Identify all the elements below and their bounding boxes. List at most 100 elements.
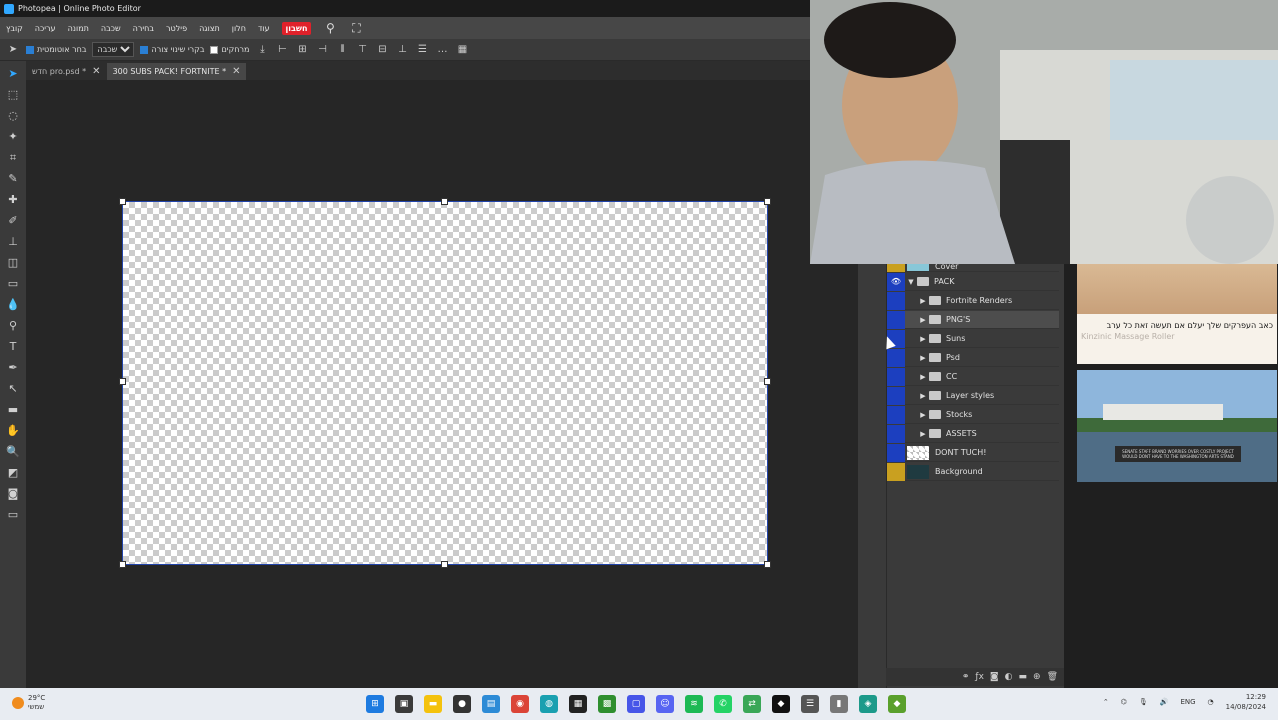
healing-tool-icon[interactable]: ✚ xyxy=(4,191,22,208)
menu-layer[interactable]: שכבה xyxy=(101,24,121,33)
zoom-tool-icon[interactable]: 🔍 xyxy=(4,443,22,460)
network-icon[interactable]: ⌬ xyxy=(1121,698,1127,706)
download-icon[interactable]: ⤓ xyxy=(255,43,269,57)
layer-row[interactable]: ▶ Layer styles xyxy=(887,386,1059,405)
app-icon[interactable]: ⇄ xyxy=(743,695,761,713)
menu-more[interactable]: עוד xyxy=(258,24,270,33)
eye-icon[interactable]: 👁 xyxy=(887,272,905,291)
align-left-icon[interactable]: ⊢ xyxy=(275,43,289,57)
lasso-tool-icon[interactable]: ◌ xyxy=(4,107,22,124)
eyedropper-tool-icon[interactable]: ✎ xyxy=(4,170,22,187)
weather-widget[interactable]: 29°C שמשי xyxy=(12,694,45,712)
auto-select-box[interactable] xyxy=(26,45,34,54)
visibility-toggle[interactable] xyxy=(887,386,905,405)
align-right-icon[interactable]: ⊣ xyxy=(315,43,329,57)
align-middle-v-icon[interactable]: ⊟ xyxy=(375,43,389,57)
transform-handle[interactable] xyxy=(764,198,771,205)
marquee-tool-icon[interactable]: ⬚ xyxy=(4,86,22,103)
close-icon[interactable]: ✕ xyxy=(232,66,240,77)
layer-row[interactable]: ▶ CC xyxy=(887,367,1059,386)
type-tool-icon[interactable]: T xyxy=(4,338,22,355)
magic-wand-tool-icon[interactable]: ✦ xyxy=(4,128,22,145)
app-icon[interactable]: ▮ xyxy=(830,695,848,713)
visibility-toggle[interactable] xyxy=(887,405,905,424)
layer-row[interactable]: 👁 ▼ PACK xyxy=(887,272,1059,291)
eraser-tool-icon[interactable]: ◫ xyxy=(4,254,22,271)
menu-view[interactable]: תצוגה xyxy=(199,24,220,33)
distances-checkbox[interactable]: מרחקים xyxy=(210,45,249,54)
chevron-up-icon[interactable]: ⌃ xyxy=(1103,698,1109,706)
visibility-toggle[interactable] xyxy=(887,348,905,367)
screen-mode-icon[interactable]: ▭ xyxy=(4,506,22,523)
align-center-h-icon[interactable]: ⊞ xyxy=(295,43,309,57)
spotify-icon[interactable]: ≋ xyxy=(685,695,703,713)
grid-icon[interactable]: ▦ xyxy=(455,43,469,57)
layer-row[interactable]: DONT TUCH! xyxy=(887,443,1059,462)
path-select-tool-icon[interactable]: ↖ xyxy=(4,380,22,397)
layer-mask-icon[interactable]: ◙ xyxy=(990,672,999,682)
transform-controls-checkbox[interactable]: בקרי שינוי צורה xyxy=(140,45,204,54)
transform-handle[interactable] xyxy=(441,561,448,568)
adjustment-layer-icon[interactable]: ◐ xyxy=(1005,672,1013,682)
edge-icon[interactable]: ◍ xyxy=(540,695,558,713)
quick-mask-icon[interactable]: ◙ xyxy=(4,485,22,502)
expand-arrow-icon[interactable]: ▶ xyxy=(917,430,929,438)
document-canvas[interactable] xyxy=(122,201,768,565)
whatsapp-icon[interactable]: ✆ xyxy=(714,695,732,713)
wifi-icon[interactable]: ◔ xyxy=(1208,698,1214,706)
app-icon[interactable]: ▤ xyxy=(482,695,500,713)
visibility-toggle[interactable] xyxy=(887,367,905,386)
search-icon[interactable]: ⚲ xyxy=(323,21,337,35)
hand-tool-icon[interactable]: ✋ xyxy=(4,422,22,439)
blur-tool-icon[interactable]: 💧 xyxy=(4,296,22,313)
new-group-icon[interactable]: ▬ xyxy=(1019,672,1028,682)
transform-handle[interactable] xyxy=(764,378,771,385)
menu-edit[interactable]: עריכה xyxy=(35,24,56,33)
link-layers-icon[interactable]: ⚭ xyxy=(962,672,970,682)
app-icon[interactable]: ◆ xyxy=(888,695,906,713)
advertisement-2[interactable]: SENATE STAFF BRAND WORRIES OVER COSTLY P… xyxy=(1077,370,1277,482)
clock[interactable]: 12:29 14/08/2024 xyxy=(1226,692,1266,712)
expand-arrow-icon[interactable]: ▶ xyxy=(917,392,929,400)
menu-file[interactable]: קובץ xyxy=(6,24,23,33)
layer-row[interactable]: Background xyxy=(887,462,1059,481)
expand-arrow-icon[interactable]: ▼ xyxy=(905,278,917,286)
photopea-taskbar-icon[interactable]: ◈ xyxy=(859,695,877,713)
transform-handle[interactable] xyxy=(119,561,126,568)
app-icon[interactable]: ● xyxy=(453,695,471,713)
crop-tool-icon[interactable]: ⌗ xyxy=(4,149,22,166)
transform-handle[interactable] xyxy=(441,198,448,205)
transform-handle[interactable] xyxy=(764,561,771,568)
discord-icon[interactable]: ☺ xyxy=(656,695,674,713)
expand-arrow-icon[interactable]: ▶ xyxy=(917,316,929,324)
chrome-icon[interactable]: ◉ xyxy=(511,695,529,713)
expand-arrow-icon[interactable]: ▶ xyxy=(917,297,929,305)
close-icon[interactable]: ✕ xyxy=(92,66,100,77)
pen-tool-icon[interactable]: ✒ xyxy=(4,359,22,376)
app-icon[interactable]: ☰ xyxy=(801,695,819,713)
microphone-icon[interactable]: 🎙 xyxy=(1139,698,1148,706)
new-layer-icon[interactable]: ⊕ xyxy=(1033,672,1041,682)
visibility-toggle[interactable] xyxy=(887,291,905,310)
tab-document-2[interactable]: 300 SUBS PACK! FORTNITE * ✕ xyxy=(106,63,247,80)
visibility-toggle[interactable] xyxy=(887,424,905,443)
expand-arrow-icon[interactable]: ▶ xyxy=(917,373,929,381)
layer-effects-icon[interactable]: ƒx xyxy=(975,672,984,682)
fullscreen-icon[interactable]: ⛶ xyxy=(349,21,363,35)
auto-select-target-select[interactable]: שכבה xyxy=(92,42,135,57)
layer-color-tag[interactable] xyxy=(887,462,905,481)
layer-row[interactable]: ▶ Psd xyxy=(887,348,1059,367)
menu-account[interactable]: חשבון xyxy=(281,21,312,35)
gradient-tool-icon[interactable]: ▭ xyxy=(4,275,22,292)
menu-select[interactable]: בחירה xyxy=(133,24,154,33)
menu-filter[interactable]: פילטר xyxy=(166,24,187,33)
auto-select-checkbox[interactable]: בחר אוטומטית xyxy=(26,45,86,54)
transform-handle[interactable] xyxy=(119,378,126,385)
layer-row[interactable]: ▶ ASSETS xyxy=(887,424,1059,443)
expand-arrow-icon[interactable]: ▶ xyxy=(917,335,929,343)
color-swatches-icon[interactable]: ◩ xyxy=(4,464,22,481)
roblox-icon[interactable]: ◆ xyxy=(772,695,790,713)
move-tool-icon[interactable]: ➤ xyxy=(4,65,22,82)
language-indicator[interactable]: ENG xyxy=(1180,698,1195,706)
expand-arrow-icon[interactable]: ▶ xyxy=(917,411,929,419)
